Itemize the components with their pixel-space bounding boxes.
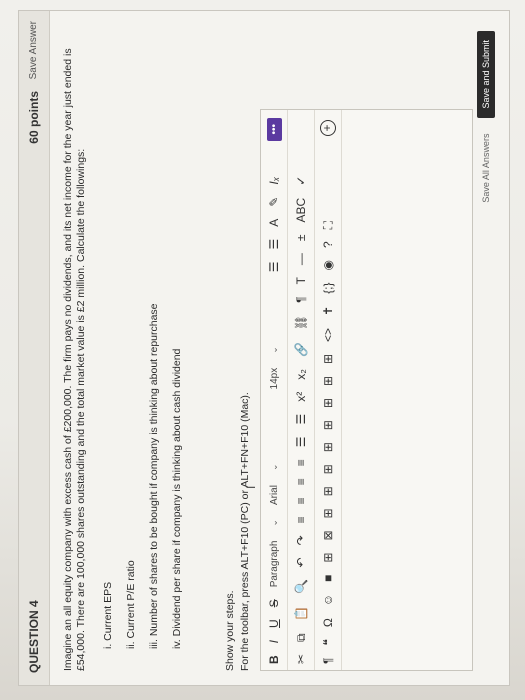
answer-textarea[interactable] (342, 110, 472, 670)
table-cell-icon[interactable]: ⊞ (321, 398, 335, 408)
anchor-icon[interactable]: ✝ (321, 306, 335, 316)
text-cursor-icon: I (244, 485, 258, 489)
table-col-icon[interactable]: ⊞ (321, 442, 335, 452)
list-icon[interactable]: ☰ (267, 261, 281, 272)
align-center-icon[interactable]: ≡ (294, 497, 308, 504)
spellcheck-icon[interactable]: ABC (294, 198, 308, 223)
question-item-1: i. Current EPS (102, 581, 114, 649)
quote-icon[interactable]: ❝ (321, 639, 335, 645)
fullscreen-icon[interactable]: ⛶ (321, 221, 335, 229)
plus-minus-icon[interactable]: ± (294, 234, 308, 241)
table-cell-icon[interactable]: ⊞ (321, 420, 335, 430)
clear-format-icon[interactable]: Iₓ (267, 177, 281, 185)
align-left-icon[interactable]: ≡ (294, 516, 308, 523)
redo-icon[interactable]: ↷ (294, 535, 308, 545)
bold-button[interactable]: B (267, 655, 281, 664)
undo-icon[interactable]: ↶ (294, 557, 308, 567)
question-header: QUESTION 4 60 points Save Answer (19, 11, 50, 685)
question-body: Imagine an all equity company with exces… (50, 11, 481, 685)
question-panel: QUESTION 4 60 points Save Answer Imagine… (18, 10, 510, 686)
media-icon[interactable]: ■ (321, 575, 335, 582)
ltr-icon[interactable]: ¶ (294, 296, 308, 302)
preview-icon[interactable]: ◉ (321, 260, 335, 270)
screen-page: QUESTION 4 60 points Save Answer Imagine… (0, 0, 525, 700)
question-item-4: iv. Dividend per share if company is thi… (171, 348, 183, 649)
unlink-icon[interactable]: ⛓ (294, 315, 308, 330)
indent-icon[interactable]: ☰ (294, 437, 308, 448)
photo-stage: QUESTION 4 60 points Save Answer Imagine… (0, 0, 525, 700)
chevron-down-icon[interactable]: ⌄ (268, 463, 281, 471)
add-content-icon[interactable]: + (320, 120, 336, 136)
table-row-icon[interactable]: ⊞ (321, 508, 335, 518)
copy-icon[interactable]: ⧉ (294, 633, 308, 642)
table-row-icon[interactable]: ⊞ (321, 486, 335, 496)
rtl-icon[interactable]: T (294, 277, 308, 284)
table-merge-icon[interactable]: ⊞ (321, 376, 335, 386)
rich-text-editor: B I U S Paragraph ⌄ Arial ⌄ 14px ⌄ ☰ ☰ A… (260, 109, 473, 671)
omega-icon[interactable]: Ω (321, 618, 335, 627)
outdent-icon[interactable]: ☰ (294, 414, 308, 425)
code-block-icon[interactable]: {;} (321, 283, 335, 294)
strikethrough-button[interactable]: S (267, 599, 281, 607)
find-icon[interactable]: 🔍 (294, 579, 308, 594)
question-title: QUESTION 4 (27, 600, 41, 673)
toolbar-row-2: ✂ ⧉ 📋 🔍 ↶ ↷ ≡ ≡ ≡ ≡ ☰ ☰ x² x₂ 🔗 ⛓ ¶ T — … (288, 110, 315, 670)
paste-icon[interactable]: 📋 (294, 606, 308, 621)
save-and-submit-button[interactable]: Save and Submit (477, 31, 495, 118)
chevron-down-icon[interactable]: ⌄ (268, 519, 281, 527)
paragraph-mark-icon[interactable]: ¶ (321, 658, 335, 664)
numbered-list-icon[interactable]: ☰ (267, 239, 281, 250)
more-button[interactable]: ••• (266, 118, 282, 141)
chevron-down-icon[interactable]: ⌄ (268, 346, 281, 354)
align-right-icon[interactable]: ≡ (294, 478, 308, 485)
show-steps-label: Show your steps. (224, 590, 236, 671)
highlight-icon[interactable]: ✎ (267, 197, 281, 207)
question-item-3: iii. Number of shares to be bought if co… (148, 303, 160, 649)
table-delete-icon[interactable]: ⊠ (321, 530, 335, 540)
horizontal-line-icon[interactable]: — (294, 253, 308, 265)
question-item-2: ii. Current P/E ratio (125, 560, 137, 649)
cut-icon[interactable]: ✂ (294, 654, 308, 664)
save-answer-button[interactable]: Save Answer (28, 21, 39, 79)
question-text: Imagine an all equity company with exces… (62, 48, 87, 671)
help-icon[interactable]: ? (321, 241, 335, 248)
emoji-icon[interactable]: ☺ (321, 594, 335, 606)
text-color-icon[interactable]: A (267, 219, 281, 227)
underline-button[interactable]: U (267, 619, 281, 628)
save-all-answers-button[interactable]: Save All Answers (481, 134, 491, 203)
subscript-icon[interactable]: x₂ (294, 369, 308, 380)
justify-icon[interactable]: ≡ (294, 459, 308, 466)
table-split-icon[interactable]: ⊞ (321, 354, 335, 364)
table-icon[interactable]: ⊞ (321, 553, 335, 563)
code-icon[interactable]: <> (321, 328, 335, 342)
superscript-icon[interactable]: x² (294, 392, 308, 402)
footer-actions: Save All Answers Save and Submit (477, 31, 495, 203)
italic-button[interactable]: I (267, 640, 281, 643)
toolbar-hint: For the toolbar, press ALT+F10 (PC) or A… (239, 392, 251, 671)
table-col-icon[interactable]: ⊞ (321, 464, 335, 474)
toolbar-row-1: B I U S Paragraph ⌄ Arial ⌄ 14px ⌄ ☰ ☰ A… (261, 110, 288, 670)
question-points: 60 points (27, 91, 41, 144)
toolbar-row-3: ¶ ❝ Ω ☺ ■ ⊞ ⊠ ⊞ ⊞ ⊞ ⊞ ⊞ ⊞ ⊞ ⊞ <> ✝ {;} ◉… (315, 110, 342, 670)
check-icon[interactable]: ✓ (294, 176, 308, 186)
paragraph-select[interactable]: Paragraph (268, 541, 281, 588)
link-icon[interactable]: 🔗 (294, 342, 308, 357)
font-select[interactable]: Arial (268, 485, 281, 505)
font-size-select[interactable]: 14px (268, 368, 281, 390)
